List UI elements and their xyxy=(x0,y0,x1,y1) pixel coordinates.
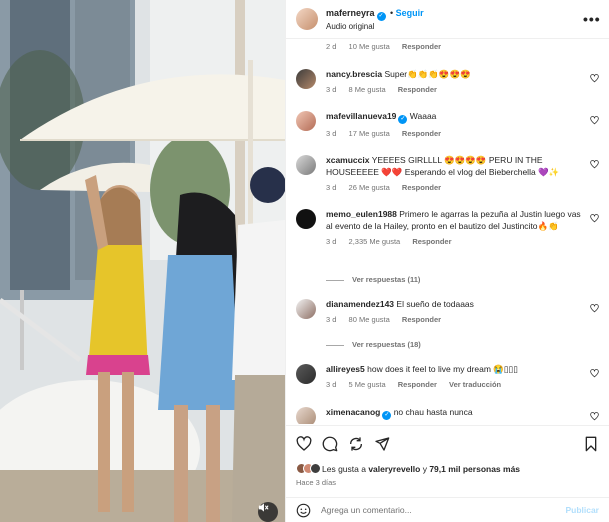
author-username[interactable]: maferneyra xyxy=(326,8,375,18)
comment-username[interactable]: memo_eulen1988 xyxy=(326,209,397,219)
comment-text: how does it feel to live my dream 😭▯▯▯ xyxy=(367,364,518,374)
emoji-icon[interactable] xyxy=(296,503,311,518)
verified-badge-icon: ✓ xyxy=(382,411,392,420)
reply-button[interactable]: Responder xyxy=(402,42,441,51)
comment-item: 2 d 10 Me gusta Responder xyxy=(286,40,609,53)
like-comment-heart-icon[interactable] xyxy=(590,214,599,223)
comment-username[interactable]: mafevillanueva19 xyxy=(326,111,396,121)
share-send-icon[interactable] xyxy=(374,436,390,452)
post-actions: Les gusta a valeryrevello y 79,1 mil per… xyxy=(286,425,609,487)
like-heart-icon[interactable] xyxy=(296,436,312,452)
commenter-avatar[interactable] xyxy=(296,111,316,131)
publish-button[interactable]: Publicar xyxy=(565,505,599,515)
comment-likes[interactable]: 10 Me gusta xyxy=(349,42,390,51)
comment-item: nancy.brescia Super👏👏👏😍😍😍 3 d 8 Me gusta… xyxy=(286,68,609,96)
like-comment-heart-icon[interactable] xyxy=(590,412,599,421)
reply-button[interactable]: Responder xyxy=(412,237,451,246)
comment-item: memo_eulen1988 Primero le agarras la pez… xyxy=(286,208,609,248)
comment-likes[interactable]: 17 Me gusta xyxy=(349,129,390,138)
view-replies-button[interactable]: Ver respuestas (18) xyxy=(326,340,421,349)
commenter-avatar[interactable] xyxy=(296,364,316,384)
post-details-panel: maferneyra ✓ • Seguir Audio original ••• … xyxy=(285,0,609,522)
comment-username[interactable]: ximenacanog xyxy=(326,407,380,417)
comment-time: 3 d xyxy=(326,315,337,324)
comment-text: Waaaa xyxy=(409,111,437,121)
reply-button[interactable]: Responder xyxy=(398,85,437,94)
see-translation-button[interactable]: Ver traducción xyxy=(449,380,501,389)
verified-badge-icon: ✓ xyxy=(376,11,386,21)
repost-icon[interactable] xyxy=(348,436,364,452)
comment-input[interactable] xyxy=(321,505,566,515)
liked-by-user[interactable]: valeryrevello xyxy=(368,464,420,474)
author-avatar[interactable] xyxy=(296,8,318,30)
mute-button[interactable] xyxy=(258,502,278,522)
like-comment-heart-icon[interactable] xyxy=(590,160,599,169)
comment-likes[interactable]: 8 Me gusta xyxy=(349,85,386,94)
commenter-avatar[interactable] xyxy=(296,209,316,229)
reply-button[interactable]: Responder xyxy=(398,380,437,389)
comment-time: 3 d xyxy=(326,237,337,246)
reply-button[interactable]: Responder xyxy=(402,315,441,324)
like-comment-heart-icon[interactable] xyxy=(590,116,599,125)
audio-label[interactable]: Audio original xyxy=(326,21,583,33)
video-frame-illustration xyxy=(0,0,285,522)
comment-text: no chau hasta nunca xyxy=(393,407,473,417)
commenter-avatar[interactable] xyxy=(296,299,316,319)
comment-time: 3 d xyxy=(326,183,337,192)
comment-username[interactable]: xcamuccix xyxy=(326,155,369,165)
bookmark-icon[interactable] xyxy=(583,436,599,452)
comment-composer: Publicar xyxy=(286,497,609,522)
commenter-avatar[interactable] xyxy=(296,407,316,424)
reply-button[interactable]: Responder xyxy=(402,129,441,138)
likes-summary: Les gusta a valeryrevello y 79,1 mil per… xyxy=(296,463,599,474)
comment-item: xcamuccix YEEEES GIRLLLL 😍😍😍😍 PERU IN TH… xyxy=(286,154,609,194)
comment-item: mafevillanueva19 ✓ Waaaa 3 d 17 Me gusta … xyxy=(286,110,609,140)
reply-button[interactable]: Responder xyxy=(402,183,441,192)
comment-bubble-icon[interactable] xyxy=(322,436,338,452)
follow-button[interactable]: Seguir xyxy=(396,8,424,18)
commenter-avatar[interactable] xyxy=(296,69,316,89)
comment-time: 3 d xyxy=(326,85,337,94)
comment-text: Super👏👏👏😍😍😍 xyxy=(384,69,471,79)
comment-text: El sueño de todaaas xyxy=(396,299,474,309)
comment-item: allireyes5 how does it feel to live my d… xyxy=(286,363,609,391)
comment-username[interactable]: dianamendez143 xyxy=(326,299,394,309)
comment-likes[interactable]: 26 Me gusta xyxy=(349,183,390,192)
comment-username[interactable]: nancy.brescia xyxy=(326,69,382,79)
comment-time: 3 d xyxy=(326,380,337,389)
comments-list[interactable]: 2 d 10 Me gusta Responder nancy.brescia … xyxy=(286,40,609,424)
likes-count[interactable]: 79,1 mil personas más xyxy=(429,464,520,474)
comment-likes[interactable]: 2,335 Me gusta xyxy=(349,237,401,246)
like-comment-heart-icon[interactable] xyxy=(590,369,599,378)
liked-by-avatars xyxy=(296,463,321,474)
post-video[interactable] xyxy=(0,0,285,522)
speaker-muted-icon xyxy=(258,503,269,512)
verified-badge-icon: ✓ xyxy=(398,115,408,124)
commenter-avatar[interactable] xyxy=(296,155,316,175)
comment-likes[interactable]: 5 Me gusta xyxy=(349,380,386,389)
comment-likes[interactable]: 80 Me gusta xyxy=(349,315,390,324)
like-comment-heart-icon[interactable] xyxy=(590,304,599,313)
comment-item: ximenacanog ✓ no chau hasta nunca xyxy=(286,406,609,424)
comment-username[interactable]: allireyes5 xyxy=(326,364,365,374)
post-time: Hace 3 días xyxy=(296,478,337,487)
view-replies-button[interactable]: Ver respuestas (11) xyxy=(326,275,420,284)
comment-time: 2 d xyxy=(326,42,337,51)
post-header: maferneyra ✓ • Seguir Audio original ••• xyxy=(286,0,609,39)
comment-time: 3 d xyxy=(326,129,337,138)
like-comment-heart-icon[interactable] xyxy=(590,74,599,83)
more-options-icon[interactable]: ••• xyxy=(583,11,600,27)
comment-item: dianamendez143 El sueño de todaaas 3 d 8… xyxy=(286,298,609,326)
